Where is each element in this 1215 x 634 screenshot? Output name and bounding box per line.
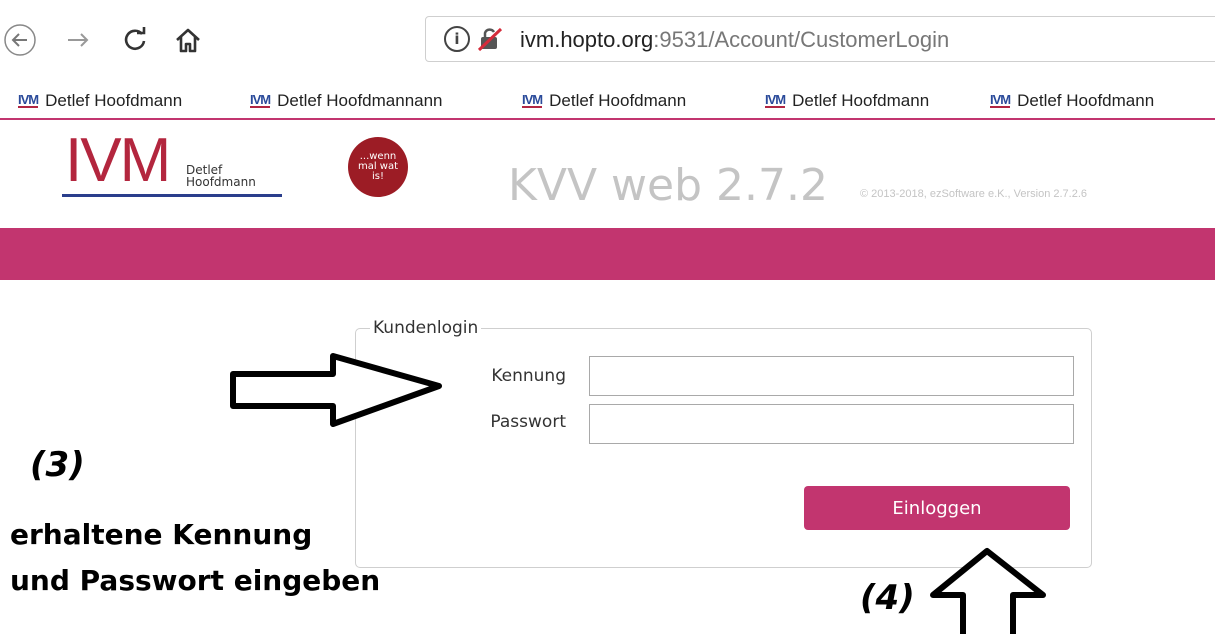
login-button[interactable]: Einloggen <box>804 486 1070 530</box>
bookmark-label: Detlef Hoofdmann <box>792 91 930 110</box>
ivm-logo-icon: IVM <box>18 92 39 108</box>
up-arrow-icon <box>930 548 1046 634</box>
bookmark-5[interactable]: IVM Detlef Hoofdmann <box>990 88 1154 114</box>
right-arrow-icon <box>230 353 442 427</box>
bookmark-4[interactable]: IVM Detlef Hoofdmann <box>765 88 929 114</box>
address-bar[interactable]: i ivm.hopto.org:9531/Account/CustomerLog… <box>425 16 1215 62</box>
logo-mark: IVM <box>65 126 171 195</box>
app-title: KVV web 2.7.2 <box>508 160 828 211</box>
badge-line: is! <box>372 171 384 182</box>
ivm-logo-icon: IVM <box>990 92 1011 108</box>
ivm-logo-icon: IVM <box>765 92 786 108</box>
bookmark-2[interactable]: IVM Detlef Hoofdmannann <box>250 88 443 114</box>
header-bar <box>0 228 1215 280</box>
forward-icon <box>68 33 89 47</box>
username-input[interactable] <box>589 356 1074 396</box>
url-text: ivm.hopto.org:9531/Account/CustomerLogin <box>520 27 949 53</box>
password-input[interactable] <box>589 404 1074 444</box>
forward-button[interactable] <box>58 20 98 60</box>
ivm-logo-icon: IVM <box>250 92 271 108</box>
reload-button[interactable] <box>115 20 155 60</box>
step-4-label: (4) <box>860 578 915 618</box>
bookmarks-bar: IVM Detlef Hoofdmann IVM Detlef Hoofdman… <box>0 86 1215 120</box>
instruction-text: und Passwort eingeben <box>10 564 381 597</box>
back-button[interactable] <box>0 20 40 60</box>
slogan-badge: ...wenn mal wat is! <box>348 137 408 197</box>
reload-icon <box>124 27 146 51</box>
copyright-text: © 2013-2018, ezSoftware e.K., Version 2.… <box>860 188 1088 200</box>
logo-subtitle-last: Hoofdmann <box>186 175 256 189</box>
url-host: ivm.hopto.org <box>520 27 654 52</box>
info-icon[interactable]: i <box>444 26 470 52</box>
bookmark-label: Detlef Hoofdmann <box>45 91 183 110</box>
bookmark-label: Detlef Hoofdmannann <box>277 91 443 110</box>
instruction-text: erhaltene Kennung <box>10 518 313 551</box>
back-icon <box>4 24 36 56</box>
home-button[interactable] <box>168 20 208 60</box>
ivm-logo[interactable]: IVM Detlef Hoofdmann <box>62 128 292 208</box>
browser-toolbar: i ivm.hopto.org:9531/Account/CustomerLog… <box>0 0 1215 88</box>
logo-underline <box>62 194 282 197</box>
home-icon <box>176 28 200 53</box>
ivm-logo-icon: IVM <box>522 92 543 108</box>
bookmark-3[interactable]: IVM Detlef Hoofdmann <box>522 88 686 114</box>
insecure-connection-icon[interactable] <box>477 26 503 52</box>
bookmark-label: Detlef Hoofdmann <box>1017 91 1155 110</box>
step-3-label: (3) <box>30 445 85 485</box>
bookmark-1[interactable]: IVM Detlef Hoofdmann <box>18 88 182 114</box>
url-path: :9531/Account/CustomerLogin <box>653 27 950 52</box>
login-legend: Kundenlogin <box>370 318 482 338</box>
bookmark-label: Detlef Hoofdmann <box>549 91 687 110</box>
